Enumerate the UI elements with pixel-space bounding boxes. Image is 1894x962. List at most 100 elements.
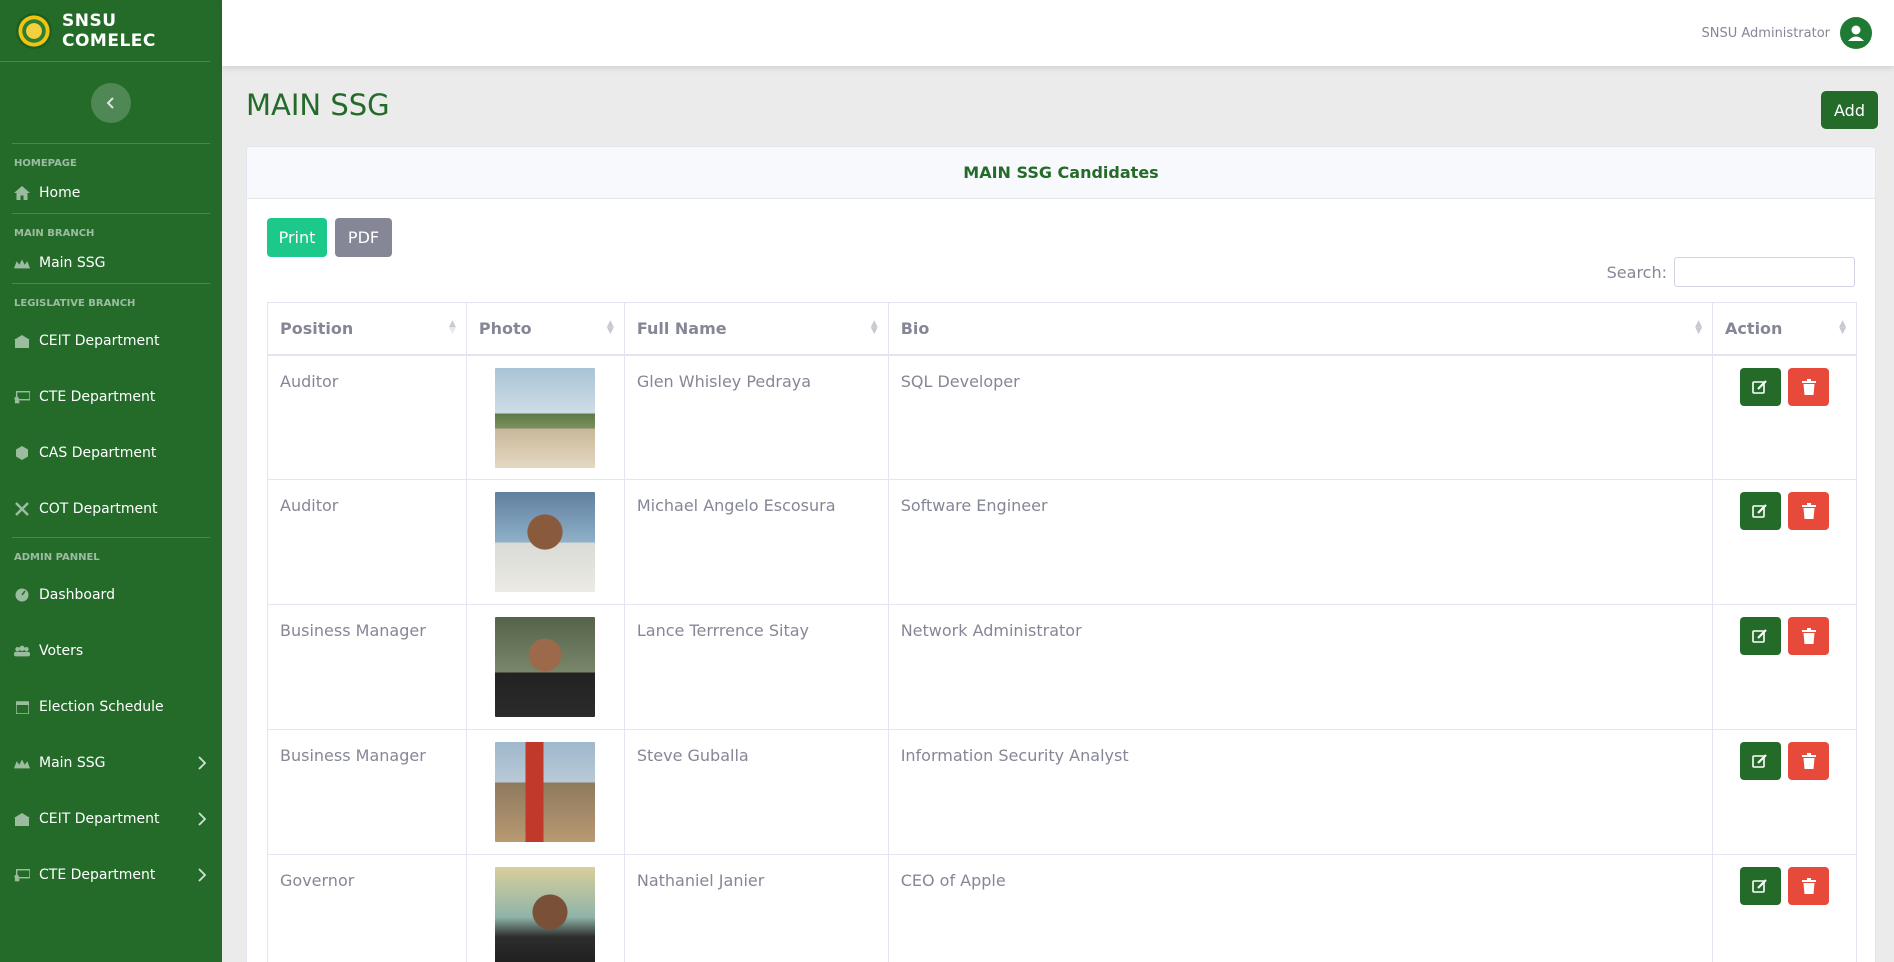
user-name[interactable]: SNSU Administrator [1702,26,1831,41]
edit-button[interactable] [1739,742,1781,780]
sidebar-item-cte-admin[interactable]: CTE Department [12,847,210,903]
chevron-right-icon [198,868,206,882]
search-input[interactable] [1674,257,1855,287]
brand[interactable]: SNSU COMELEC [0,0,210,62]
section-heading: LEGISLATIVE BRANCH [14,298,136,309]
column-header-full-name[interactable]: Full Name ▲ ▼ [623,302,889,356]
calendar-icon [14,700,30,714]
sidebar-section-main-branch: MAIN BRANCH Main SSG [12,214,210,284]
delete-button[interactable] [1788,617,1830,655]
sidebar-toggle-wrap [12,62,210,144]
column-header-bio[interactable]: Bio ▲ ▼ [887,302,1714,356]
column-header-position[interactable]: Position ▲ ▼ [267,302,467,356]
table-row: Auditor Michael Angelo Escosura Software… [267,479,1857,605]
delete-button[interactable] [1788,367,1830,406]
cog-icon [14,446,30,460]
candidates-card: MAIN SSG Candidates Print PDF Search: Po… [246,146,1876,962]
section-heading: ADMIN PANNEL [14,552,100,563]
table-row: Business Manager Lance Terrrence Sitay N… [267,604,1857,730]
sidebar-item-dashboard[interactable]: Dashboard [12,567,210,623]
trash-icon [1801,753,1816,769]
crowd-icon [14,756,30,770]
sort-asc-icon: ▲ ▼ [448,319,456,337]
section-heading: MAIN BRANCH [14,228,95,239]
edit-button[interactable] [1739,367,1781,406]
brand-name: SNSU COMELEC [62,10,156,51]
chevron-left-icon [106,96,114,109]
column-header-action[interactable]: Action ▲ ▼ [1712,302,1857,356]
edit-icon [1752,504,1768,518]
sidebar-item-label: COT Department [39,501,158,517]
sidebar-item-label: Main SSG [39,755,106,771]
chevron-right-icon [198,812,206,826]
candidate-photo [495,742,596,842]
pdf-button[interactable]: PDF [335,218,392,257]
candidate-photo [495,367,596,468]
sort-icon: ▲ ▼ [1695,319,1703,337]
sidebar-item-label: CTE Department [39,867,156,883]
chalkboard-icon [14,868,30,882]
sidebar-section-legislative: LEGISLATIVE BRANCH CEIT Department CTE D… [12,284,210,538]
sidebar-item-label: CAS Department [39,445,157,461]
delete-button[interactable] [1788,867,1830,905]
delete-button[interactable] [1788,492,1830,530]
table-row: Auditor Glen Whisley Pedraya SQL Develop… [267,354,1857,480]
cell-bio: Software Engineer [887,479,1714,605]
candidate-photo [495,617,596,717]
dashboard-icon [14,588,30,602]
sidebar-item-ceit-admin[interactable]: CEIT Department [12,791,210,847]
sidebar-item-label: Election Schedule [39,699,164,715]
edit-button[interactable] [1739,492,1781,530]
sidebar: SNSU COMELEC HOMEPAGE Home MAIN BRANCH M… [0,0,222,962]
crowd-icon [14,256,30,270]
card-title: MAIN SSG Candidates [247,147,1875,199]
cell-position: Auditor [267,479,467,605]
building-icon [14,334,30,348]
trash-icon [1801,503,1816,519]
cell-bio: CEO of Apple [887,854,1714,962]
cell-bio: Network Administrator [887,604,1714,730]
topbar: SNSU Administrator [222,0,1894,66]
edit-button[interactable] [1739,867,1781,905]
cell-bio: Information Security Analyst [887,729,1714,855]
cell-full-name: Michael Angelo Escosura [623,479,889,605]
tools-icon [14,502,30,516]
sidebar-item-cas[interactable]: CAS Department [12,425,210,481]
sidebar-section-admin: ADMIN PANNEL Dashboard Voters Election S… [12,538,210,903]
cell-full-name: Nathaniel Janier [623,854,889,962]
sidebar-item-main-ssg[interactable]: Main SSG [12,243,210,283]
delete-button[interactable] [1788,742,1830,780]
sidebar-item-ceit[interactable]: CEIT Department [12,313,210,369]
cell-position: Business Manager [267,604,467,730]
sidebar-item-election-schedule[interactable]: Election Schedule [12,679,210,735]
column-header-photo[interactable]: Photo ▲ ▼ [465,302,625,356]
print-button[interactable]: Print [267,218,327,257]
cell-position: Governor [267,854,467,962]
sidebar-item-voters[interactable]: Voters [12,623,210,679]
sidebar-toggle-button[interactable] [91,82,131,123]
export-buttons: Print PDF [267,218,392,257]
sidebar-item-main-ssg-admin[interactable]: Main SSG [12,735,210,791]
trash-icon [1801,628,1816,644]
edit-icon [1752,629,1768,643]
users-icon [14,644,30,658]
search-label: Search: [1606,262,1667,282]
chalkboard-icon [14,390,30,404]
cell-full-name: Lance Terrrence Sitay [623,604,889,730]
sidebar-item-home[interactable]: Home [12,173,210,213]
sidebar-item-cot[interactable]: COT Department [12,481,210,537]
edit-icon [1752,754,1768,768]
search-box: Search: [1607,257,1855,287]
edit-button[interactable] [1739,617,1781,655]
chevron-right-icon [198,756,206,770]
cell-position: Auditor [267,354,467,480]
table-row: Business Manager Steve Guballa Informati… [267,729,1857,855]
sidebar-section-homepage: HOMEPAGE Home [12,144,210,214]
cell-position: Business Manager [267,729,467,855]
sort-icon: ▲ ▼ [870,319,878,337]
user-avatar-icon[interactable] [1840,17,1872,49]
sidebar-item-label: CEIT Department [39,811,160,827]
cell-full-name: Steve Guballa [623,729,889,855]
add-button[interactable]: Add [1821,91,1878,129]
sidebar-item-cte[interactable]: CTE Department [12,369,210,425]
